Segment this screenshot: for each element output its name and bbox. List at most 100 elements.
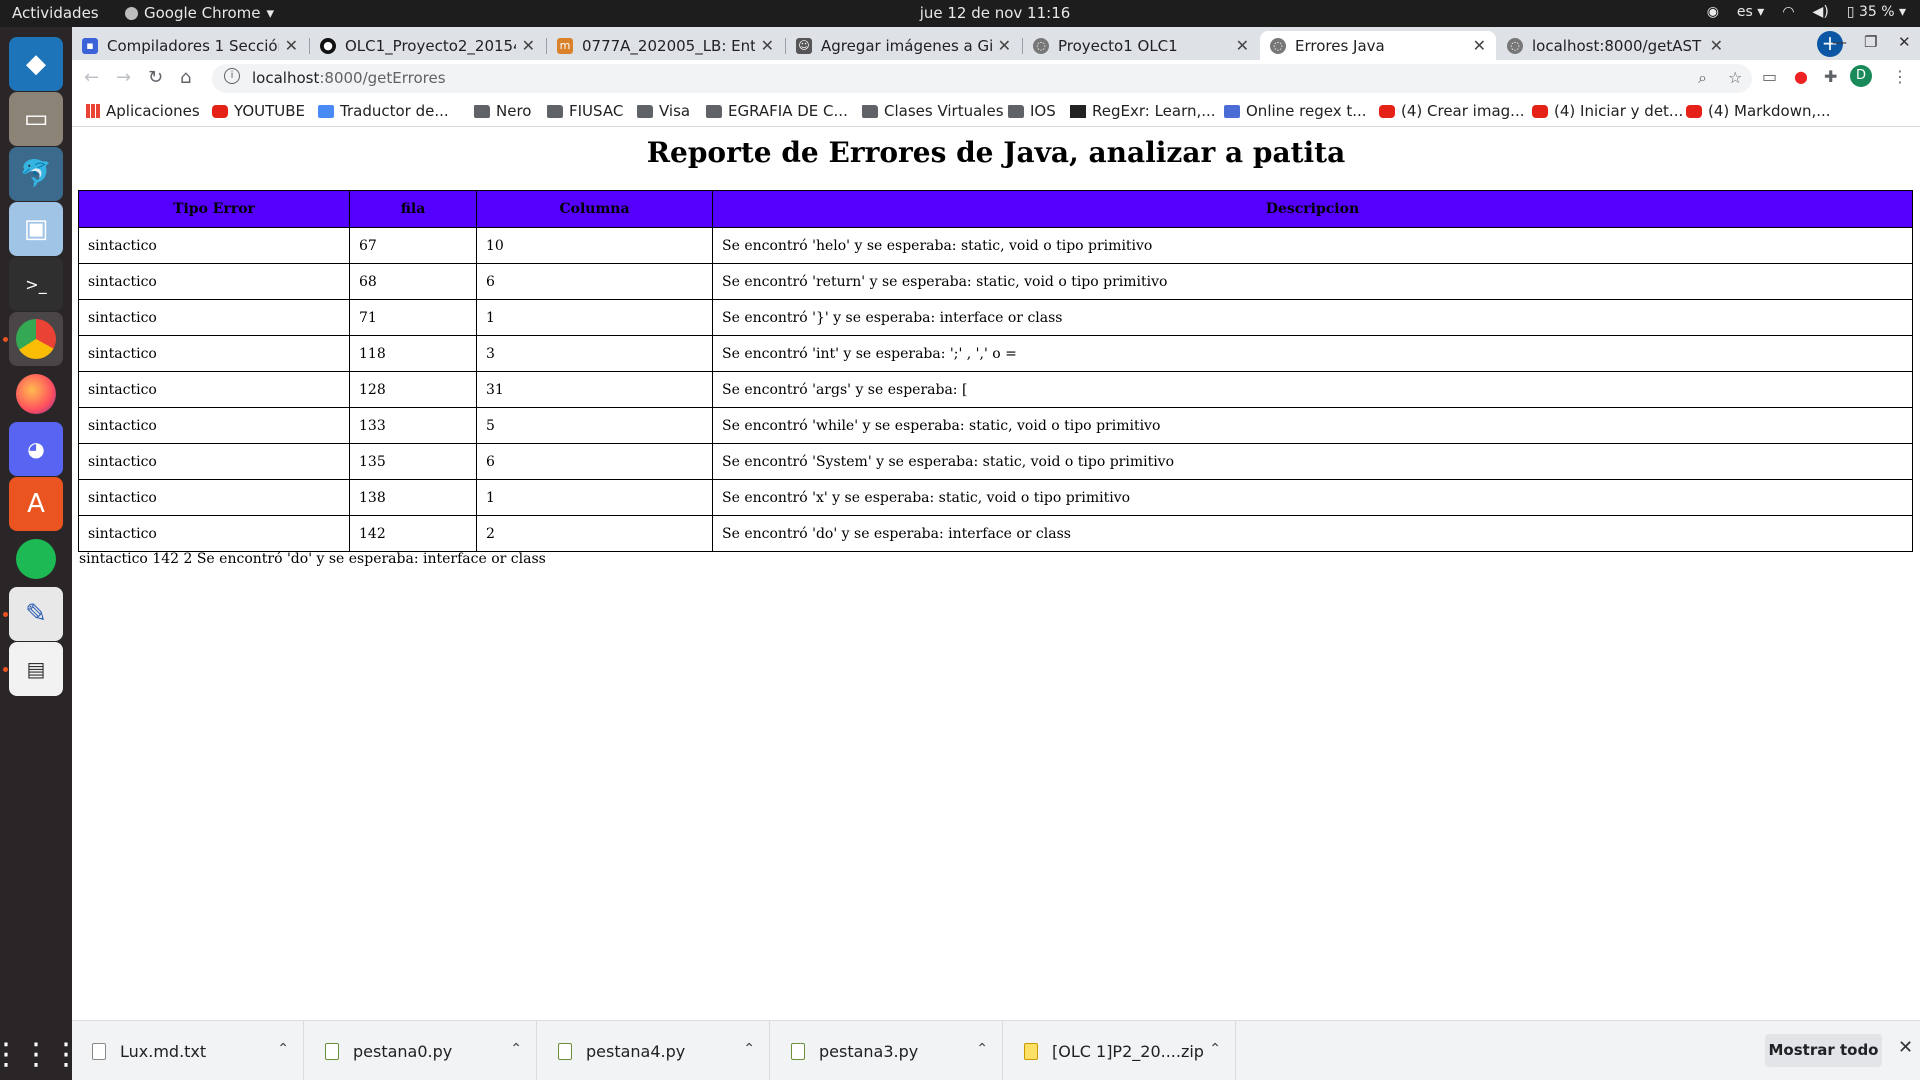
vscode-icon[interactable]: ◆	[9, 37, 63, 91]
bookmark-ios[interactable]: IOS	[1008, 102, 1056, 120]
battery-indicator[interactable]: ▯ 35 % ▾	[1847, 4, 1906, 20]
bookmarks-bar: Aplicaciones YOUTUBE Traductor de... Ner…	[72, 97, 1920, 127]
translate-icon	[318, 104, 334, 118]
bookmark-visa[interactable]: Visa	[637, 102, 690, 120]
show-all-button[interactable]: Mostrar todo	[1765, 1034, 1882, 1067]
extensions-icon[interactable]: ✚	[1824, 67, 1837, 86]
bookmark-label: IOS	[1030, 102, 1056, 120]
text-editor-icon[interactable]: ✎	[9, 587, 63, 641]
bookmark-regexr[interactable]: RegExr: Learn,...	[1070, 102, 1216, 120]
gnome-top-bar: Actividades Google Chrome ▾ jue 12 de no…	[0, 0, 1920, 27]
folder-icon	[1008, 104, 1024, 118]
close-icon[interactable]: ✕	[522, 36, 535, 55]
close-icon[interactable]: ✕	[1710, 36, 1723, 55]
cell-descripcion: Se encontró 'do' y se esperaba: interfac…	[712, 515, 1913, 552]
chevron-up-icon[interactable]: ⌃	[510, 1041, 522, 1057]
download-item[interactable]: pestana4.py ⌃	[538, 1021, 770, 1080]
forward-icon[interactable]: →	[116, 67, 131, 88]
bookmark-iniciar[interactable]: (4) Iniciar y det...	[1532, 102, 1683, 120]
bookmark-label: YOUTUBE	[234, 102, 306, 120]
bookmark-label: Traductor de...	[340, 102, 449, 120]
volume-icon[interactable]: ◀)	[1813, 4, 1829, 20]
cell-descripcion: Se encontró 'System' y se esperaba: stat…	[712, 443, 1913, 480]
close-icon[interactable]: ✕	[285, 36, 298, 55]
discord-icon[interactable]: ◕	[9, 422, 63, 476]
bookmark-nero[interactable]: Nero	[474, 102, 531, 120]
tab-agregar-imagenes[interactable]: ☺ Agregar imágenes a GitH ✕	[786, 31, 1021, 60]
bookmark-youtube[interactable]: YOUTUBE	[212, 102, 305, 120]
table-row: sintactico 133 5 Se encontró 'while' y se e…	[78, 407, 1913, 444]
info-icon[interactable]: i	[224, 68, 240, 84]
opera-extension-icon[interactable]: ●	[1794, 67, 1808, 86]
tab-compiladores[interactable]: ▪ Compiladores 1 Sección: ✕	[72, 31, 308, 60]
terminal-icon[interactable]: >_	[9, 257, 63, 311]
cell-descripcion: Se encontró 'helo' y se esperaba: static…	[712, 227, 1913, 264]
url-text[interactable]: localhost:8000/getErrores	[252, 69, 446, 87]
clock[interactable]: jue 12 de nov 11:16	[0, 4, 1920, 22]
minimize-icon[interactable]: —	[1832, 33, 1847, 51]
bookmark-markdown[interactable]: (4) Markdown,...	[1686, 102, 1831, 120]
cell-descripcion: Se encontró 'x' y se esperaba: static, v…	[712, 479, 1913, 516]
maximize-icon[interactable]: ❐	[1864, 33, 1877, 51]
bookmark-aplicaciones[interactable]: Aplicaciones	[86, 102, 200, 120]
close-icon[interactable]: ✕	[1898, 1037, 1913, 1058]
close-icon[interactable]: ✕	[998, 36, 1011, 55]
close-icon[interactable]: ✕	[1473, 36, 1486, 55]
document-viewer-icon[interactable]: ▤	[9, 642, 63, 696]
chrome-icon[interactable]	[9, 312, 63, 366]
running-indicator	[3, 667, 8, 672]
cell-fila: 71	[349, 299, 477, 336]
cast-icon[interactable]: ▭	[1762, 67, 1777, 86]
bookmark-traductor[interactable]: Traductor de...	[318, 102, 449, 120]
address-bar[interactable]: i localhost:8000/getErrores ⌕ ☆	[212, 64, 1752, 93]
cell-fila: 68	[349, 263, 477, 300]
profile-avatar[interactable]: D	[1850, 65, 1872, 87]
spotify-icon[interactable]	[9, 532, 63, 586]
chevron-up-icon[interactable]: ⌃	[976, 1041, 988, 1057]
software-center-icon[interactable]: A	[9, 477, 63, 531]
cell-columna: 1	[476, 299, 713, 336]
tab-proyecto1[interactable]: ◌ Proyecto1 OLC1 ✕	[1023, 31, 1259, 60]
cell-columna: 31	[476, 371, 713, 408]
chevron-up-icon[interactable]: ⌃	[277, 1041, 289, 1057]
home-icon[interactable]: ⌂	[180, 67, 191, 88]
folder-icon	[637, 104, 653, 118]
bookmark-crear-imag[interactable]: (4) Crear imag...	[1379, 102, 1524, 120]
menu-kebab-icon[interactable]: ⋮	[1892, 67, 1908, 86]
files-icon[interactable]: ▭	[9, 92, 63, 146]
wifi-icon[interactable]: ◠	[1782, 4, 1794, 20]
download-item[interactable]: [OLC 1]P2_20....zip ⌃	[1004, 1021, 1236, 1080]
tab-errores-java[interactable]: ◌ Errores Java ✕	[1260, 31, 1496, 60]
back-icon[interactable]: ←	[84, 67, 99, 88]
chevron-up-icon[interactable]: ⌃	[743, 1041, 755, 1057]
language-indicator[interactable]: es ▾	[1737, 4, 1764, 20]
download-item[interactable]: pestana3.py ⌃	[771, 1021, 1003, 1080]
chevron-up-icon[interactable]: ⌃	[1209, 1041, 1221, 1057]
firefox-icon[interactable]	[9, 367, 63, 421]
tab-title: 0777A_202005_LB: Entre	[582, 36, 755, 55]
bookmark-fiusac[interactable]: FIUSAC	[547, 102, 623, 120]
window-close-icon[interactable]: ✕	[1898, 33, 1911, 51]
cell-columna: 6	[476, 443, 713, 480]
bookmark-regex101[interactable]: Online regex t...	[1224, 102, 1367, 120]
download-item[interactable]: pestana0.py ⌃	[305, 1021, 537, 1080]
close-icon[interactable]: ✕	[1236, 36, 1249, 55]
bookmark-clases-virtuales[interactable]: Clases Virtuales	[862, 102, 1004, 120]
zoom-icon[interactable]: ⌕	[1698, 68, 1707, 88]
discord-tray-icon[interactable]: ◉	[1707, 4, 1719, 20]
table-row: sintactico 67 10 Se encontró 'helo' y se es…	[78, 227, 1913, 264]
bookmark-egrafia[interactable]: EGRAFIA DE C...	[706, 102, 848, 120]
bookmark-star-icon[interactable]: ☆	[1728, 68, 1742, 87]
close-icon[interactable]: ✕	[761, 36, 774, 55]
tab-strip: ▪ Compiladores 1 Sección: ✕ ● OLC1_Proye…	[72, 27, 1920, 60]
mysql-workbench-icon[interactable]: 🐬	[9, 147, 63, 201]
system-tray[interactable]: ◉ es ▾ ◠ ◀) ▯ 35 % ▾	[1707, 4, 1906, 20]
download-item[interactable]: Lux.md.txt ⌃	[72, 1021, 304, 1080]
youtube-icon	[1686, 104, 1702, 118]
reload-icon[interactable]: ↻	[148, 67, 163, 88]
show-applications-icon[interactable]: ⋮⋮⋮	[0, 1027, 81, 1080]
cube-app-icon[interactable]: ▣	[9, 202, 63, 256]
tab-0777a[interactable]: m 0777A_202005_LB: Entre ✕	[547, 31, 784, 60]
tab-github[interactable]: ● OLC1_Proyecto2_201549 ✕	[310, 31, 545, 60]
tab-getast[interactable]: ◌ localhost:8000/getAST ✕	[1497, 31, 1733, 60]
